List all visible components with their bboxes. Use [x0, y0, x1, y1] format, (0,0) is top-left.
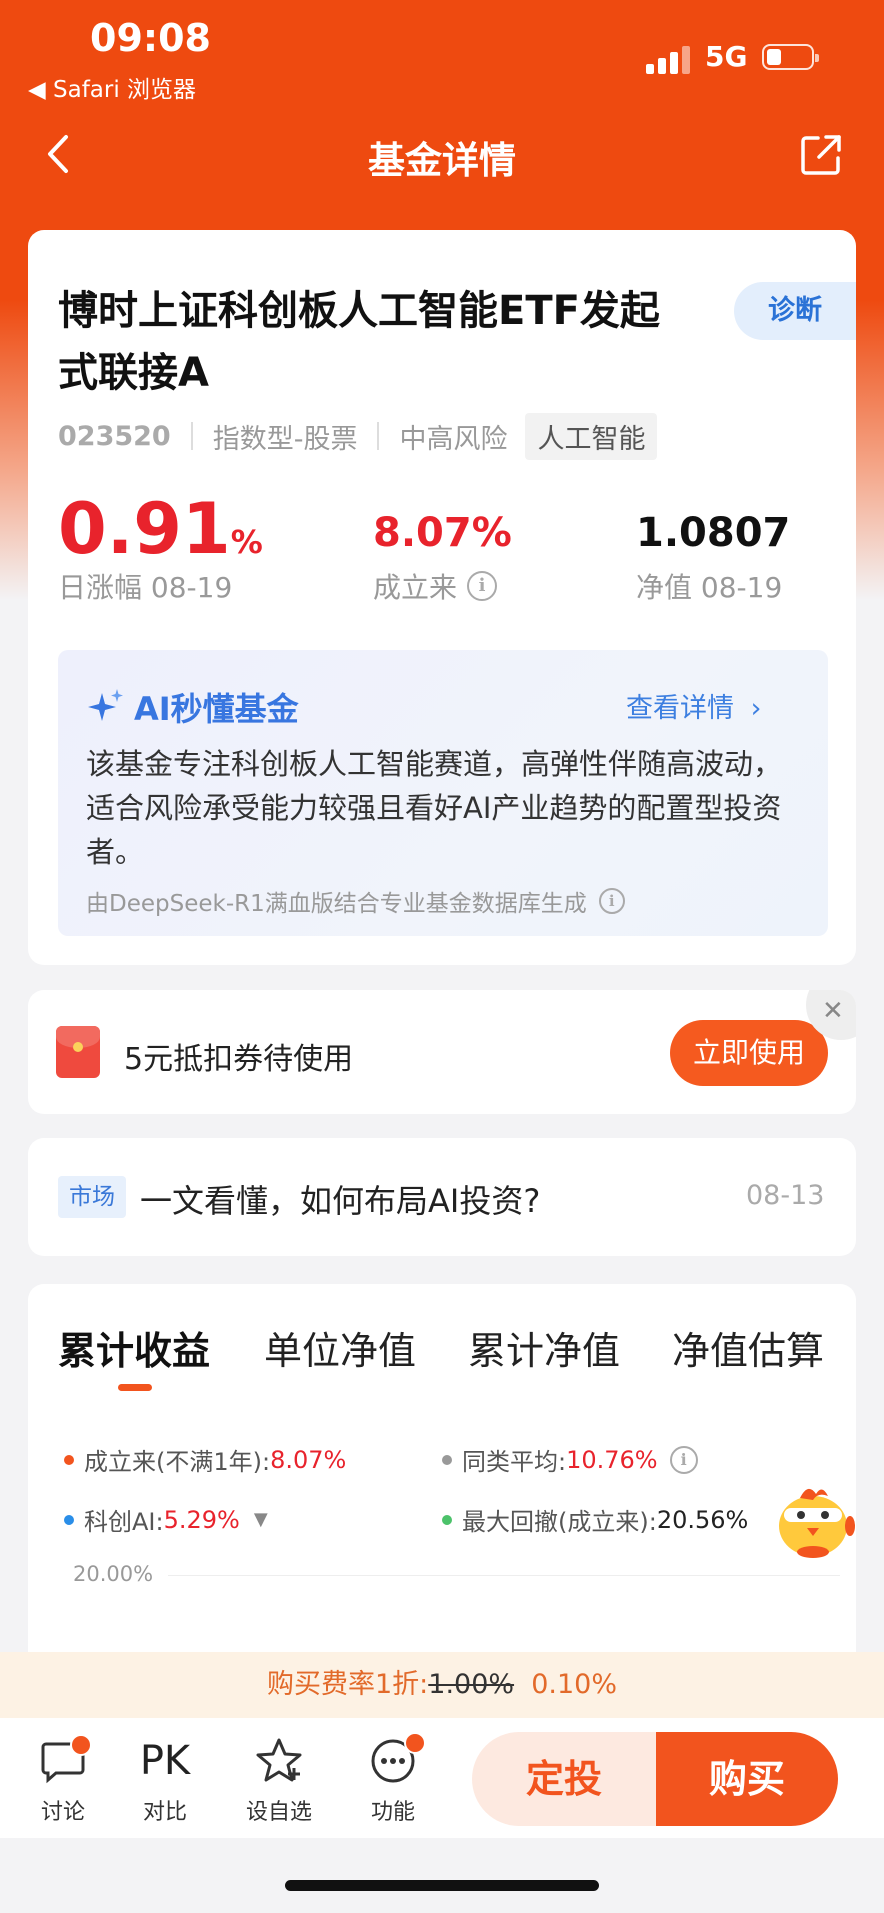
- add-watchlist-button[interactable]: 设自选: [234, 1736, 324, 1826]
- active-tab-indicator: [118, 1384, 152, 1391]
- sip-button[interactable]: 定投: [472, 1732, 656, 1826]
- red-envelope-icon: [56, 1026, 100, 1078]
- action-button-group: 定投 购买: [472, 1732, 838, 1826]
- tab-accumulated-nav[interactable]: 累计净值: [468, 1320, 620, 1375]
- chart-gridline: [168, 1575, 840, 1576]
- tab-cumulative-return[interactable]: 累计收益: [58, 1320, 210, 1375]
- fund-type: 指数型-股票: [212, 423, 358, 455]
- daily-change-label: 日涨幅 08-19: [58, 571, 233, 604]
- theme-tag[interactable]: 人工智能: [525, 412, 658, 460]
- battery-icon: [762, 44, 819, 70]
- network-type: 5G: [705, 40, 748, 73]
- news-date: 08-13: [746, 1180, 825, 1211]
- functions-button[interactable]: 功能: [348, 1732, 438, 1826]
- tab-unit-nav[interactable]: 单位净值: [264, 1320, 416, 1375]
- buy-button[interactable]: 购买: [656, 1732, 838, 1826]
- legend-dot: [442, 1454, 452, 1465]
- legend-label: 同类平均:: [462, 1448, 567, 1476]
- info-icon[interactable]: i: [669, 1445, 698, 1474]
- share-icon[interactable]: [800, 134, 842, 176]
- legend-dot: [64, 1514, 74, 1525]
- legend-dot: [442, 1514, 452, 1525]
- legend-value: 8.07%: [270, 1445, 347, 1474]
- fund-code: 023520: [58, 420, 171, 452]
- view-details-link[interactable]: 查看详情 ›: [626, 686, 761, 725]
- legend-value: 20.56%: [656, 1505, 749, 1534]
- legend-label: 最大回撤(成立来):: [462, 1508, 657, 1536]
- close-icon[interactable]: ✕: [822, 996, 844, 1026]
- compare-button[interactable]: PK 对比: [120, 1736, 210, 1826]
- fund-name: 博时上证科创板人工智能ETF发起式联接A: [58, 288, 660, 396]
- star-icon: [234, 1736, 324, 1786]
- fee-discount-banner[interactable]: 购买费率1折:1.00% 0.10%: [0, 1652, 884, 1718]
- legend-label: 科创AI:: [84, 1508, 164, 1536]
- since-inception-value: 8.07%: [373, 510, 512, 556]
- divider: [190, 422, 193, 450]
- daily-change-unit: %: [230, 523, 263, 561]
- ai-summary-title-row: AI秒懂基金: [86, 684, 299, 730]
- info-icon[interactable]: i: [598, 888, 625, 914]
- use-coupon-button[interactable]: 立即使用: [670, 1020, 828, 1086]
- discuss-label: 讨论: [40, 1800, 85, 1825]
- fee-prefix: 购买费率1折:: [266, 1669, 429, 1700]
- more-dots-icon: [348, 1732, 438, 1786]
- fund-summary-card: 博时上证科创板人工智能ETF发起式联接A 诊断 023520 指数型-股票 中高…: [28, 230, 856, 965]
- nav-value: 1.0807: [636, 510, 791, 556]
- notification-badge: [70, 1734, 92, 1756]
- pk-icon: PK: [139, 1738, 191, 1784]
- cellular-signal-icon: [646, 44, 690, 74]
- sparkle-icon: [88, 689, 123, 721]
- discuss-button[interactable]: 讨论: [18, 1734, 108, 1826]
- fund-meta: 023520 指数型-股票 中高风险 人工智能: [58, 412, 658, 460]
- legend-benchmark[interactable]: 科创AI: 5.29% ▼: [64, 1502, 268, 1537]
- since-inception-label-row: 成立来 i: [373, 566, 498, 606]
- daily-change-value: 0.91: [58, 488, 231, 570]
- dropdown-caret-icon[interactable]: ▼: [254, 1509, 268, 1530]
- view-details-label: 查看详情: [626, 693, 734, 724]
- market-tag: 市场: [58, 1176, 126, 1218]
- ai-source-note: 由DeepSeek-R1满血版结合专业基金数据库生成: [86, 891, 587, 917]
- add-watchlist-label: 设自选: [245, 1800, 312, 1825]
- legend-max-drawdown: 最大回撤(成立来): 20.56%: [442, 1502, 748, 1537]
- news-title[interactable]: 一文看懂，如何布局AI投资?: [140, 1176, 540, 1222]
- discounted-fee: 0.10%: [531, 1669, 617, 1700]
- bottom-action-bar: 讨论 PK 对比 设自选 功能 定投 购买: [0, 1718, 884, 1838]
- ai-summary-box[interactable]: AI秒懂基金 查看详情 › 该基金专注科创板人工智能赛道，高弹性伴随高波动，适合…: [58, 650, 828, 936]
- functions-label: 功能: [370, 1800, 415, 1825]
- legend-dot: [64, 1454, 74, 1465]
- back-to-safari-link[interactable]: ◀ Safari 浏览器: [28, 70, 196, 104]
- daily-change: 0.91%: [58, 488, 263, 570]
- legend-category-average: 同类平均: 10.76% i: [442, 1442, 698, 1477]
- chat-bubble-icon: [18, 1734, 108, 1786]
- compare-label: 对比: [142, 1800, 187, 1825]
- tab-nav-estimate[interactable]: 净值估算: [672, 1320, 824, 1375]
- info-icon[interactable]: i: [467, 571, 498, 601]
- nav-label: 净值 08-19: [636, 571, 783, 604]
- notification-badge: [404, 1732, 426, 1754]
- divider: [377, 422, 380, 450]
- status-time: 09:08: [90, 16, 211, 60]
- since-inception-label: 成立来: [373, 571, 458, 604]
- coupon-card: 5元抵扣券待使用 立即使用 ✕: [28, 990, 856, 1114]
- risk-level: 中高风险: [399, 423, 508, 455]
- y-tick-label: 20.00%: [73, 1562, 154, 1586]
- coupon-text: 5元抵扣券待使用: [124, 1042, 354, 1077]
- legend-since-inception: 成立来(不满1年): 8.07%: [64, 1442, 346, 1477]
- news-card[interactable]: 市场 一文看懂，如何布局AI投资? 08-13: [28, 1138, 856, 1256]
- mascot-chick-icon[interactable]: [770, 1478, 856, 1562]
- ai-summary-title: AI秒懂基金: [134, 690, 299, 728]
- diagnose-button[interactable]: 诊断: [734, 282, 856, 340]
- legend-value: 5.29%: [163, 1505, 240, 1534]
- ai-summary-text: 该基金专注科创板人工智能赛道，高弹性伴随高波动，适合风险承受能力较强且看好AI产…: [86, 747, 783, 869]
- page-title: 基金详情: [368, 139, 516, 182]
- home-indicator[interactable]: [285, 1880, 599, 1891]
- ai-summary-footer: 由DeepSeek-R1满血版结合专业基金数据库生成 i: [86, 884, 625, 918]
- legend-value: 10.76%: [566, 1445, 658, 1474]
- original-fee: 1.00%: [428, 1669, 515, 1700]
- legend-label: 成立来(不满1年):: [84, 1448, 271, 1476]
- chevron-right-icon: ›: [750, 693, 762, 724]
